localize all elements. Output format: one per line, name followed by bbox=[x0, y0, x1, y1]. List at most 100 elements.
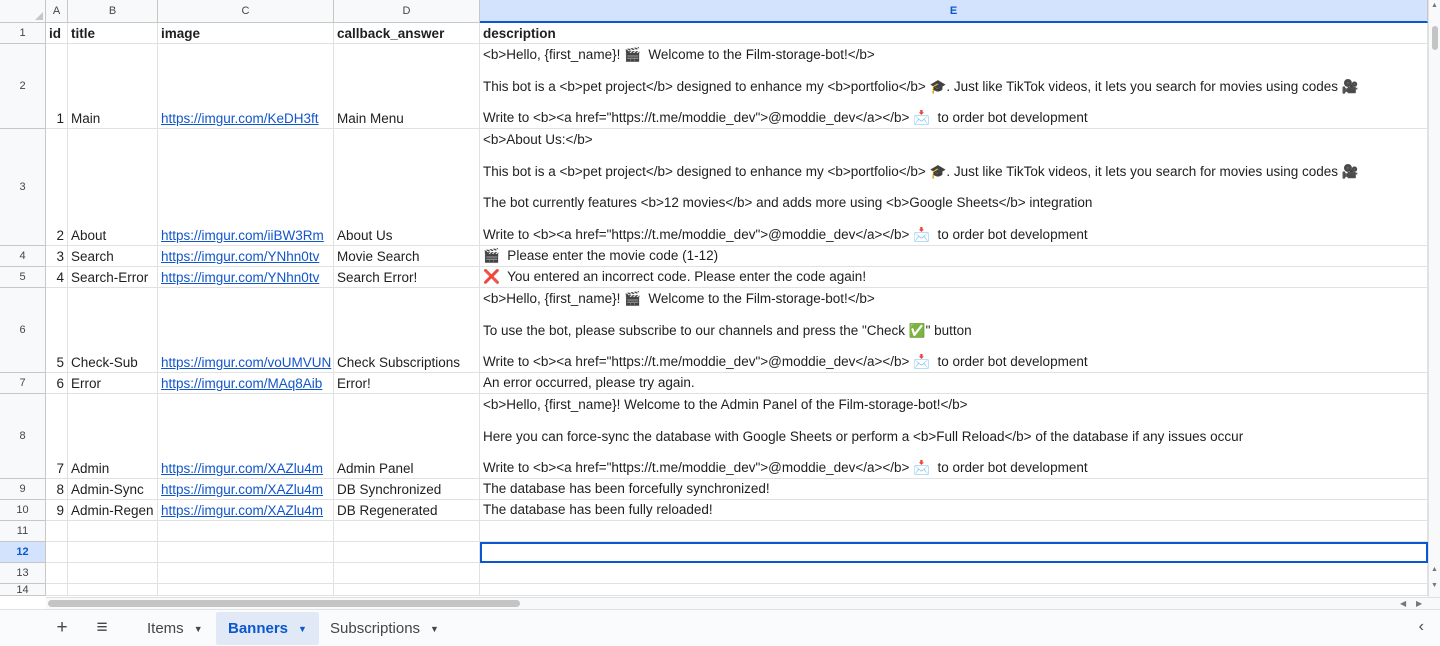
description-cell[interactable]: An error occurred, please try again. bbox=[480, 373, 1428, 394]
empty-cell[interactable] bbox=[68, 584, 158, 596]
callback-answer-cell[interactable]: Main Menu bbox=[334, 44, 480, 129]
caret-down-icon[interactable]: ▼ bbox=[430, 624, 439, 634]
scroll-up-arrow-icon[interactable]: ▲ bbox=[1431, 2, 1438, 9]
empty-cell[interactable] bbox=[334, 542, 480, 563]
image-link-cell[interactable]: https://imgur.com/KeDH3ft bbox=[158, 44, 334, 129]
title-cell[interactable]: Search-Error bbox=[68, 267, 158, 288]
chevron-left-icon[interactable]: ‹ bbox=[1419, 618, 1424, 636]
image-link-cell[interactable]: https://imgur.com/XAZlu4m bbox=[158, 394, 334, 479]
title-cell[interactable]: About bbox=[68, 129, 158, 246]
id-cell[interactable]: 2 bbox=[46, 129, 68, 246]
description-cell[interactable]: <b>About Us:</b> This bot is a <b>pet pro… bbox=[480, 129, 1428, 246]
empty-cell[interactable] bbox=[158, 563, 334, 584]
empty-cell[interactable] bbox=[46, 521, 68, 542]
description-cell[interactable]: The database has been forcefully synchro… bbox=[480, 479, 1428, 500]
id-cell[interactable]: 7 bbox=[46, 394, 68, 479]
header-cell-description[interactable]: description bbox=[480, 23, 1428, 44]
empty-cell[interactable] bbox=[158, 542, 334, 563]
id-cell[interactable]: 6 bbox=[46, 373, 68, 394]
empty-cell[interactable] bbox=[158, 584, 334, 596]
header-cell-id[interactable]: id bbox=[46, 23, 68, 44]
row-header-3[interactable]: 3 bbox=[0, 129, 46, 246]
callback-answer-cell[interactable]: Movie Search bbox=[334, 246, 480, 267]
title-cell[interactable]: Search bbox=[68, 246, 158, 267]
empty-cell[interactable] bbox=[46, 563, 68, 584]
image-link-cell[interactable]: https://imgur.com/XAZlu4m bbox=[158, 479, 334, 500]
empty-cell[interactable] bbox=[480, 521, 1428, 542]
header-cell-image[interactable]: image bbox=[158, 23, 334, 44]
title-cell[interactable]: Check-Sub bbox=[68, 288, 158, 373]
id-cell[interactable]: 9 bbox=[46, 500, 68, 521]
column-header-e[interactable]: E bbox=[480, 0, 1428, 23]
row-header-8[interactable]: 8 bbox=[0, 394, 46, 479]
empty-cell[interactable] bbox=[46, 584, 68, 596]
id-cell[interactable]: 1 bbox=[46, 44, 68, 129]
empty-cell[interactable] bbox=[480, 563, 1428, 584]
spreadsheet-grid[interactable]: A B C D E 1 id title image callback_answer descrip… bbox=[0, 0, 1428, 597]
horizontal-scroll-thumb[interactable] bbox=[48, 600, 520, 607]
empty-cell[interactable] bbox=[46, 542, 68, 563]
title-cell[interactable]: Admin bbox=[68, 394, 158, 479]
row-header-10[interactable]: 10 bbox=[0, 500, 46, 521]
callback-answer-cell[interactable]: DB Synchronized bbox=[334, 479, 480, 500]
description-cell[interactable]: The database has been fully reloaded! bbox=[480, 500, 1428, 521]
empty-cell[interactable] bbox=[334, 563, 480, 584]
row-header-2[interactable]: 2 bbox=[0, 44, 46, 129]
caret-down-icon[interactable]: ▼ bbox=[194, 624, 203, 634]
scroll-left-arrow-icon[interactable]: ◀ bbox=[1400, 598, 1406, 609]
image-link-cell[interactable]: https://imgur.com/MAq8Aib bbox=[158, 373, 334, 394]
empty-cell[interactable] bbox=[68, 542, 158, 563]
title-cell[interactable]: Admin-Regen bbox=[68, 500, 158, 521]
image-link-cell[interactable]: https://imgur.com/YNhn0tv bbox=[158, 267, 334, 288]
vertical-scrollbar[interactable]: ▲ ▲ ▼ bbox=[1428, 0, 1440, 597]
callback-answer-cell[interactable]: Error! bbox=[334, 373, 480, 394]
header-cell-title[interactable]: title bbox=[68, 23, 158, 44]
column-header-c[interactable]: C bbox=[158, 0, 334, 23]
sheet-tab-subscriptions[interactable]: Subscriptions ▼ bbox=[318, 612, 451, 645]
row-header-4[interactable]: 4 bbox=[0, 246, 46, 267]
empty-cell[interactable] bbox=[334, 584, 480, 596]
row-header-9[interactable]: 9 bbox=[0, 479, 46, 500]
row-header-12[interactable]: 12 bbox=[0, 542, 46, 563]
column-header-d[interactable]: D bbox=[334, 0, 480, 23]
menu-icon[interactable]: ≡ bbox=[88, 616, 116, 640]
vertical-scroll-thumb[interactable] bbox=[1432, 26, 1438, 50]
callback-answer-cell[interactable]: Admin Panel bbox=[334, 394, 480, 479]
image-link-cell[interactable]: https://imgur.com/XAZlu4m bbox=[158, 500, 334, 521]
empty-cell[interactable] bbox=[480, 542, 1428, 563]
id-cell[interactable]: 4 bbox=[46, 267, 68, 288]
description-cell[interactable]: ❌ You entered an incorrect code. Please … bbox=[480, 267, 1428, 288]
id-cell[interactable]: 3 bbox=[46, 246, 68, 267]
title-cell[interactable]: Main bbox=[68, 44, 158, 129]
horizontal-scrollbar[interactable]: ◀ ▶ bbox=[46, 597, 1440, 609]
description-cell[interactable]: <b>Hello, {first_name}! 🎬 Welcome to the… bbox=[480, 288, 1428, 373]
empty-cell[interactable] bbox=[480, 584, 1428, 596]
row-header-1[interactable]: 1 bbox=[0, 23, 46, 44]
title-cell[interactable]: Admin-Sync bbox=[68, 479, 158, 500]
description-cell[interactable]: <b>Hello, {first_name}! 🎬 Welcome to the… bbox=[480, 44, 1428, 129]
image-link-cell[interactable]: https://imgur.com/voUMVUN bbox=[158, 288, 334, 373]
description-cell[interactable]: <b>Hello, {first_name}! Welcome to the A… bbox=[480, 394, 1428, 479]
scroll-up-arrow-icon[interactable]: ▲ bbox=[1431, 566, 1438, 573]
callback-answer-cell[interactable]: Search Error! bbox=[334, 267, 480, 288]
id-cell[interactable]: 8 bbox=[46, 479, 68, 500]
header-cell-callback-answer[interactable]: callback_answer bbox=[334, 23, 480, 44]
empty-cell[interactable] bbox=[158, 521, 334, 542]
callback-answer-cell[interactable]: DB Regenerated bbox=[334, 500, 480, 521]
image-link-cell[interactable]: https://imgur.com/YNhn0tv bbox=[158, 246, 334, 267]
description-cell[interactable]: 🎬 Please enter the movie code (1-12) bbox=[480, 246, 1428, 267]
row-header-11[interactable]: 11 bbox=[0, 521, 46, 542]
row-header-7[interactable]: 7 bbox=[0, 373, 46, 394]
id-cell[interactable]: 5 bbox=[46, 288, 68, 373]
callback-answer-cell[interactable]: Check Subscriptions bbox=[334, 288, 480, 373]
row-header-14[interactable]: 14 bbox=[0, 584, 46, 596]
sheet-tab-items[interactable]: Items ▼ bbox=[135, 612, 215, 645]
row-header-6[interactable]: 6 bbox=[0, 288, 46, 373]
sheet-tab-banners[interactable]: Banners ▼ bbox=[216, 612, 319, 645]
caret-down-icon[interactable]: ▼ bbox=[298, 624, 307, 634]
empty-cell[interactable] bbox=[334, 521, 480, 542]
empty-cell[interactable] bbox=[68, 563, 158, 584]
scroll-right-arrow-icon[interactable]: ▶ bbox=[1416, 598, 1422, 609]
image-link-cell[interactable]: https://imgur.com/iiBW3Rm bbox=[158, 129, 334, 246]
column-header-a[interactable]: A bbox=[46, 0, 68, 23]
